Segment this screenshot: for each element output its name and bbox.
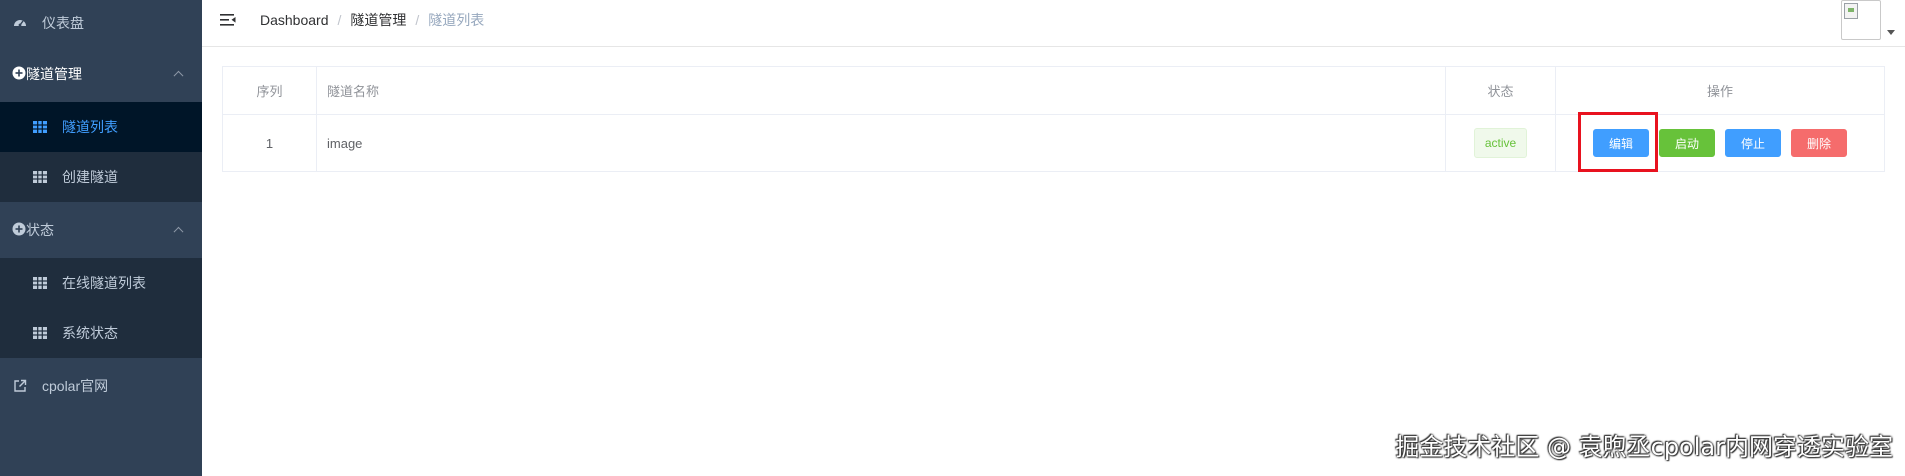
breadcrumb-separator: / <box>415 12 420 28</box>
edit-button[interactable]: 编辑 <box>1593 129 1649 157</box>
watermark: 掘金技术社区 @ 袁煦丞cpolar内网穿透实验室 <box>1395 433 1893 461</box>
broken-image-icon <box>1844 3 1858 19</box>
status-badge: active <box>1473 128 1528 158</box>
column-header-name: 隧道名称 <box>316 66 1446 115</box>
sidebar-item-label: 系统状态 <box>62 325 118 341</box>
table-header-row: 序列 隧道名称 状态 操作 <box>222 66 1885 115</box>
table-grid-icon <box>32 275 48 291</box>
chevron-up-icon <box>173 70 184 81</box>
sidebar-item-label: cpolar官网 <box>42 378 109 394</box>
cell-status: active <box>1445 114 1556 172</box>
sidebar-item-tunnel-list[interactable]: 隧道列表 <box>0 102 202 152</box>
cell-index: 1 <box>222 114 317 172</box>
breadcrumb: Dashboard / 隧道管理 / 隧道列表 <box>260 10 484 30</box>
caret-down-icon[interactable] <box>1887 30 1895 35</box>
sidebar-item-label: 创建隧道 <box>62 169 118 185</box>
app: 仪表盘 隧道管理 隧道列表 创建隧道 状态 在线隧道列表 系统状态 cpolar… <box>0 0 1905 476</box>
column-header-index: 序列 <box>222 66 317 115</box>
sidebar-item-label: 仪表盘 <box>42 15 84 31</box>
dashboard-icon <box>12 15 28 31</box>
cell-name: image <box>316 114 1446 172</box>
breadcrumb-dashboard[interactable]: Dashboard <box>260 12 329 28</box>
sidebar-item-label: 在线隧道列表 <box>62 275 146 291</box>
hamburger-menu-icon[interactable] <box>218 10 238 30</box>
sidebar-submenu-status[interactable]: 状态 <box>0 202 202 258</box>
sidebar: 仪表盘 隧道管理 隧道列表 创建隧道 状态 在线隧道列表 系统状态 cpolar… <box>0 0 202 476</box>
sidebar-item-dashboard[interactable]: 仪表盘 <box>0 0 202 46</box>
start-button[interactable]: 启动 <box>1659 129 1715 157</box>
column-header-actions: 操作 <box>1555 66 1885 115</box>
external-link-icon <box>12 378 28 394</box>
stop-button[interactable]: 停止 <box>1725 129 1781 157</box>
sidebar-submenu-label: 隧道管理 <box>26 66 82 82</box>
submenu-tunnel: 隧道列表 创建隧道 <box>0 102 202 202</box>
submenu-status: 在线隧道列表 系统状态 <box>0 258 202 358</box>
sidebar-item-official-site[interactable]: cpolar官网 <box>0 358 202 414</box>
sidebar-submenu-tunnel-mgmt[interactable]: 隧道管理 <box>0 46 202 102</box>
table-grid-icon <box>32 325 48 341</box>
breadcrumb-tunnel-mgmt[interactable]: 隧道管理 <box>350 10 406 30</box>
sidebar-item-label: 隧道列表 <box>62 119 118 135</box>
delete-button[interactable]: 删除 <box>1791 129 1847 157</box>
tunnel-table: 序列 隧道名称 状态 操作 1 image active 编辑 启动 停止 删除 <box>222 66 1885 172</box>
table-row: 1 image active 编辑 启动 停止 删除 <box>222 114 1885 172</box>
navbar: Dashboard / 隧道管理 / 隧道列表 <box>202 0 1905 47</box>
sidebar-item-create-tunnel[interactable]: 创建隧道 <box>0 152 202 202</box>
main-content: Dashboard / 隧道管理 / 隧道列表 序列 隧道名称 状态 操作 1 … <box>202 0 1905 476</box>
plus-circle-icon <box>12 66 26 83</box>
chevron-up-icon <box>173 226 184 237</box>
sidebar-item-online-list[interactable]: 在线隧道列表 <box>0 258 202 308</box>
cell-actions: 编辑 启动 停止 删除 <box>1555 114 1885 172</box>
user-menu[interactable] <box>1841 0 1895 40</box>
sidebar-item-system-status[interactable]: 系统状态 <box>0 308 202 358</box>
breadcrumb-tunnel-list: 隧道列表 <box>428 12 485 28</box>
table-grid-icon <box>32 119 48 135</box>
table-grid-icon <box>32 169 48 185</box>
column-header-status: 状态 <box>1445 66 1556 115</box>
row-actions: 编辑 启动 停止 删除 <box>1556 129 1884 157</box>
breadcrumb-separator: / <box>337 12 342 28</box>
plus-circle-icon <box>12 222 26 239</box>
sidebar-submenu-label: 状态 <box>26 222 54 238</box>
avatar[interactable] <box>1841 0 1881 40</box>
